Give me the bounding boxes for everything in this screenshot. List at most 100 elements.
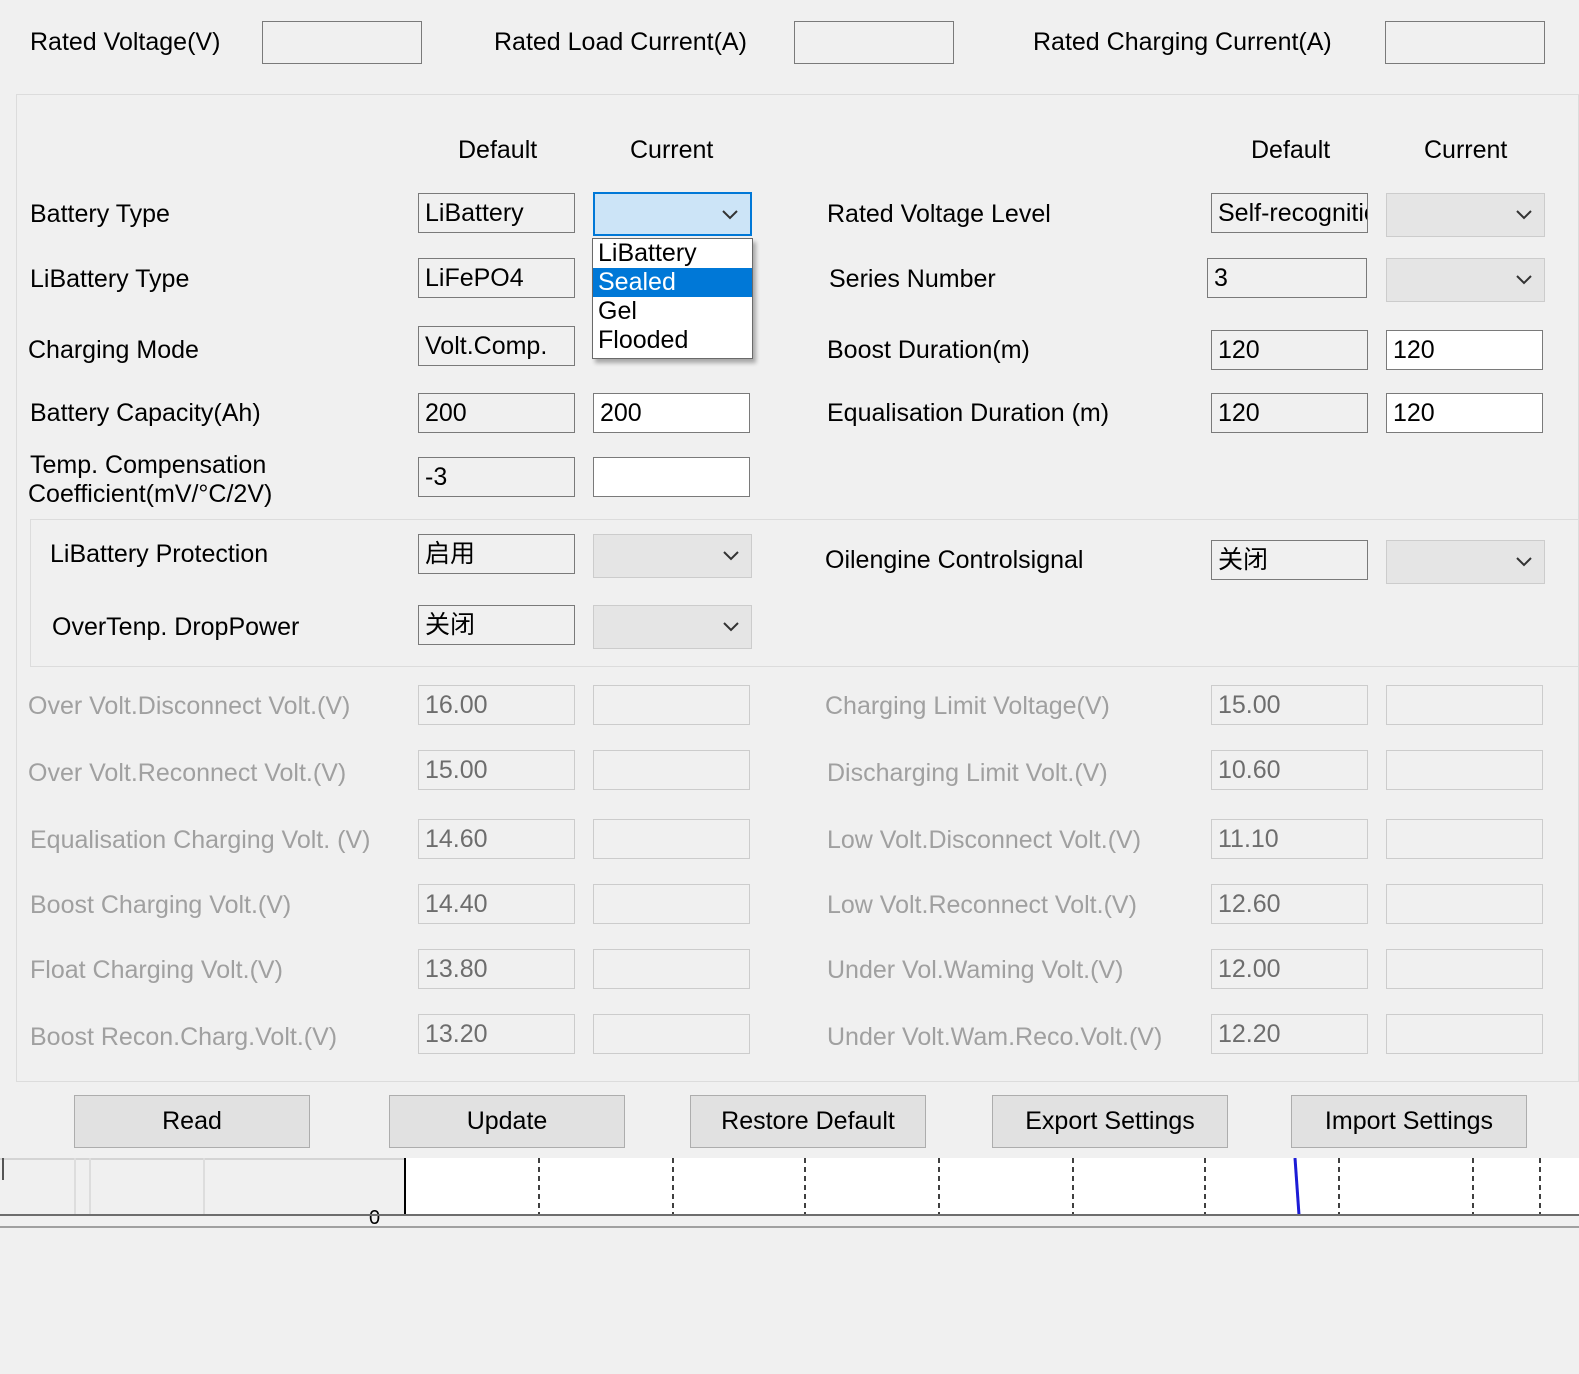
rated-load-current-field[interactable] [794,21,954,64]
equalisation-duration-label: Equalisation Duration (m) [827,399,1110,427]
libattery-protection-default: 启用 [418,534,575,574]
low-volt-reconnect-current [1386,884,1543,924]
libattery-type-default: LiFePO4 [418,258,575,298]
plot-area [405,1158,1579,1215]
over-volt-reconnect-current [593,750,750,790]
discharging-limit-volt-label: Discharging Limit Volt.(V) [827,759,1108,787]
over-volt-reconnect-label: Over Volt.Reconnect Volt.(V) [28,759,347,787]
boost-recon-charg-volt-default: 13.20 [418,1014,575,1054]
boost-recon-charg-volt-current [593,1014,750,1054]
chevron-down-icon [722,210,738,220]
chevron-down-icon [723,551,739,561]
libattery-protection-select[interactable] [593,534,752,578]
over-volt-disconnect-label: Over Volt.Disconnect Volt.(V) [28,692,351,720]
discharging-limit-volt-default: 10.60 [1211,750,1368,790]
float-charging-volt-default: 13.80 [418,949,575,989]
rated-voltage-field[interactable] [262,21,422,64]
battery-capacity-default: 200 [418,393,575,433]
rated-load-current-label: Rated Load Current(A) [494,28,747,56]
equalisation-charging-volt-default: 14.60 [418,819,575,859]
equalisation-duration-default: 120 [1211,393,1368,433]
battery-type-label: Battery Type [30,200,170,228]
under-volt-warn-reco-volt-label: Under Volt.Wam.Reco.Volt.(V) [827,1023,1163,1051]
left-default-header: Default [458,136,538,164]
discharging-limit-volt-current [1386,750,1543,790]
rated-charging-current-label: Rated Charging Current(A) [1033,28,1332,56]
rated-voltage-level-select[interactable] [1386,193,1545,237]
boost-charging-volt-default: 14.40 [418,884,575,924]
equalisation-charging-volt-current [593,819,750,859]
libattery-type-label: LiBattery Type [30,265,190,293]
export-settings-button[interactable]: Export Settings [992,1095,1228,1148]
overtemp-droppower-select[interactable] [593,605,752,649]
right-default-header: Default [1251,136,1331,164]
battery-capacity-label: Battery Capacity(Ah) [30,399,261,427]
low-volt-disconnect-current [1386,819,1543,859]
left-current-header: Current [630,136,714,164]
under-volt-warn-reco-volt-default: 12.20 [1211,1014,1368,1054]
boost-recon-charg-volt-label: Boost Recon.Charg.Volt.(V) [30,1023,338,1051]
rated-voltage-level-label: Rated Voltage Level [827,200,1051,228]
under-vol-warning-volt-default: 12.00 [1211,949,1368,989]
import-settings-button[interactable]: Import Settings [1291,1095,1527,1148]
low-volt-disconnect-label: Low Volt.Disconnect Volt.(V) [827,826,1142,854]
boost-duration-label: Boost Duration(m) [827,336,1030,364]
dropdown-option-flooded[interactable]: Flooded [593,326,752,355]
boost-charging-volt-current [593,884,750,924]
temp-comp-default: -3 [418,457,575,497]
float-charging-volt-current [593,949,750,989]
equalisation-charging-volt-label: Equalisation Charging Volt. (V) [30,826,371,854]
chevron-down-icon [1516,210,1532,220]
under-vol-warning-volt-current [1386,949,1543,989]
temp-comp-label-line1: Temp. Compensation [30,451,267,479]
y-axis-label: 0 [369,1207,380,1228]
overtemp-droppower-label: OverTenp. DropPower [52,613,300,641]
low-volt-disconnect-default: 11.10 [1211,819,1368,859]
battery-type-dropdown-list[interactable]: LiBattery Sealed Gel Flooded [592,238,753,359]
oilengine-control-label: Oilengine Controlsignal [825,546,1084,574]
boost-charging-volt-label: Boost Charging Volt.(V) [30,891,292,919]
boost-duration-current[interactable]: 120 [1386,330,1543,370]
read-button[interactable]: Read [74,1095,310,1148]
low-volt-reconnect-default: 12.60 [1211,884,1368,924]
low-volt-reconnect-label: Low Volt.Reconnect Volt.(V) [827,891,1137,919]
series-number-default: 3 [1207,258,1367,298]
over-volt-disconnect-default: 16.00 [418,685,575,725]
right-current-header: Current [1424,136,1508,164]
boost-duration-default: 120 [1211,330,1368,370]
charging-limit-voltage-current [1386,685,1543,725]
oilengine-control-default: 关闭 [1211,540,1368,580]
update-button[interactable]: Update [389,1095,625,1148]
over-volt-reconnect-default: 15.00 [418,750,575,790]
chevron-down-icon [1516,557,1532,567]
rated-charging-current-field[interactable] [1385,21,1545,64]
chevron-down-icon [723,622,739,632]
series-number-label: Series Number [829,265,996,293]
battery-type-default: LiBattery [418,193,575,233]
series-number-select[interactable] [1386,258,1545,302]
under-vol-warning-volt-label: Under Vol.Waming Volt.(V) [827,956,1124,984]
equalisation-duration-current[interactable]: 120 [1386,393,1543,433]
temp-comp-label-line2: Coefficient(mV/°C/2V) [28,480,273,508]
battery-capacity-current[interactable]: 200 [593,393,750,433]
chart-strip: 0 [0,1158,1579,1228]
overtemp-droppower-default: 关闭 [418,605,575,645]
dropdown-option-gel[interactable]: Gel [593,297,752,326]
temp-comp-current[interactable] [593,457,750,497]
over-volt-disconnect-current [593,685,750,725]
charging-limit-voltage-label: Charging Limit Voltage(V) [825,692,1110,720]
under-volt-warn-reco-volt-current [1386,1014,1543,1054]
rated-voltage-level-default: Self-recognitio [1211,193,1368,233]
oilengine-control-select[interactable] [1386,540,1545,584]
libattery-protection-label: LiBattery Protection [50,540,269,568]
dropdown-option-libattery[interactable]: LiBattery [593,239,752,268]
restore-default-button[interactable]: Restore Default [690,1095,926,1148]
dropdown-option-sealed[interactable]: Sealed [593,268,752,297]
charging-mode-label: Charging Mode [28,336,199,364]
charging-mode-default: Volt.Comp. [418,326,575,366]
battery-type-select[interactable] [593,192,752,236]
float-charging-volt-label: Float Charging Volt.(V) [30,956,283,984]
charging-limit-voltage-default: 15.00 [1211,685,1368,725]
rated-voltage-label: Rated Voltage(V) [30,28,221,56]
chevron-down-icon [1516,275,1532,285]
